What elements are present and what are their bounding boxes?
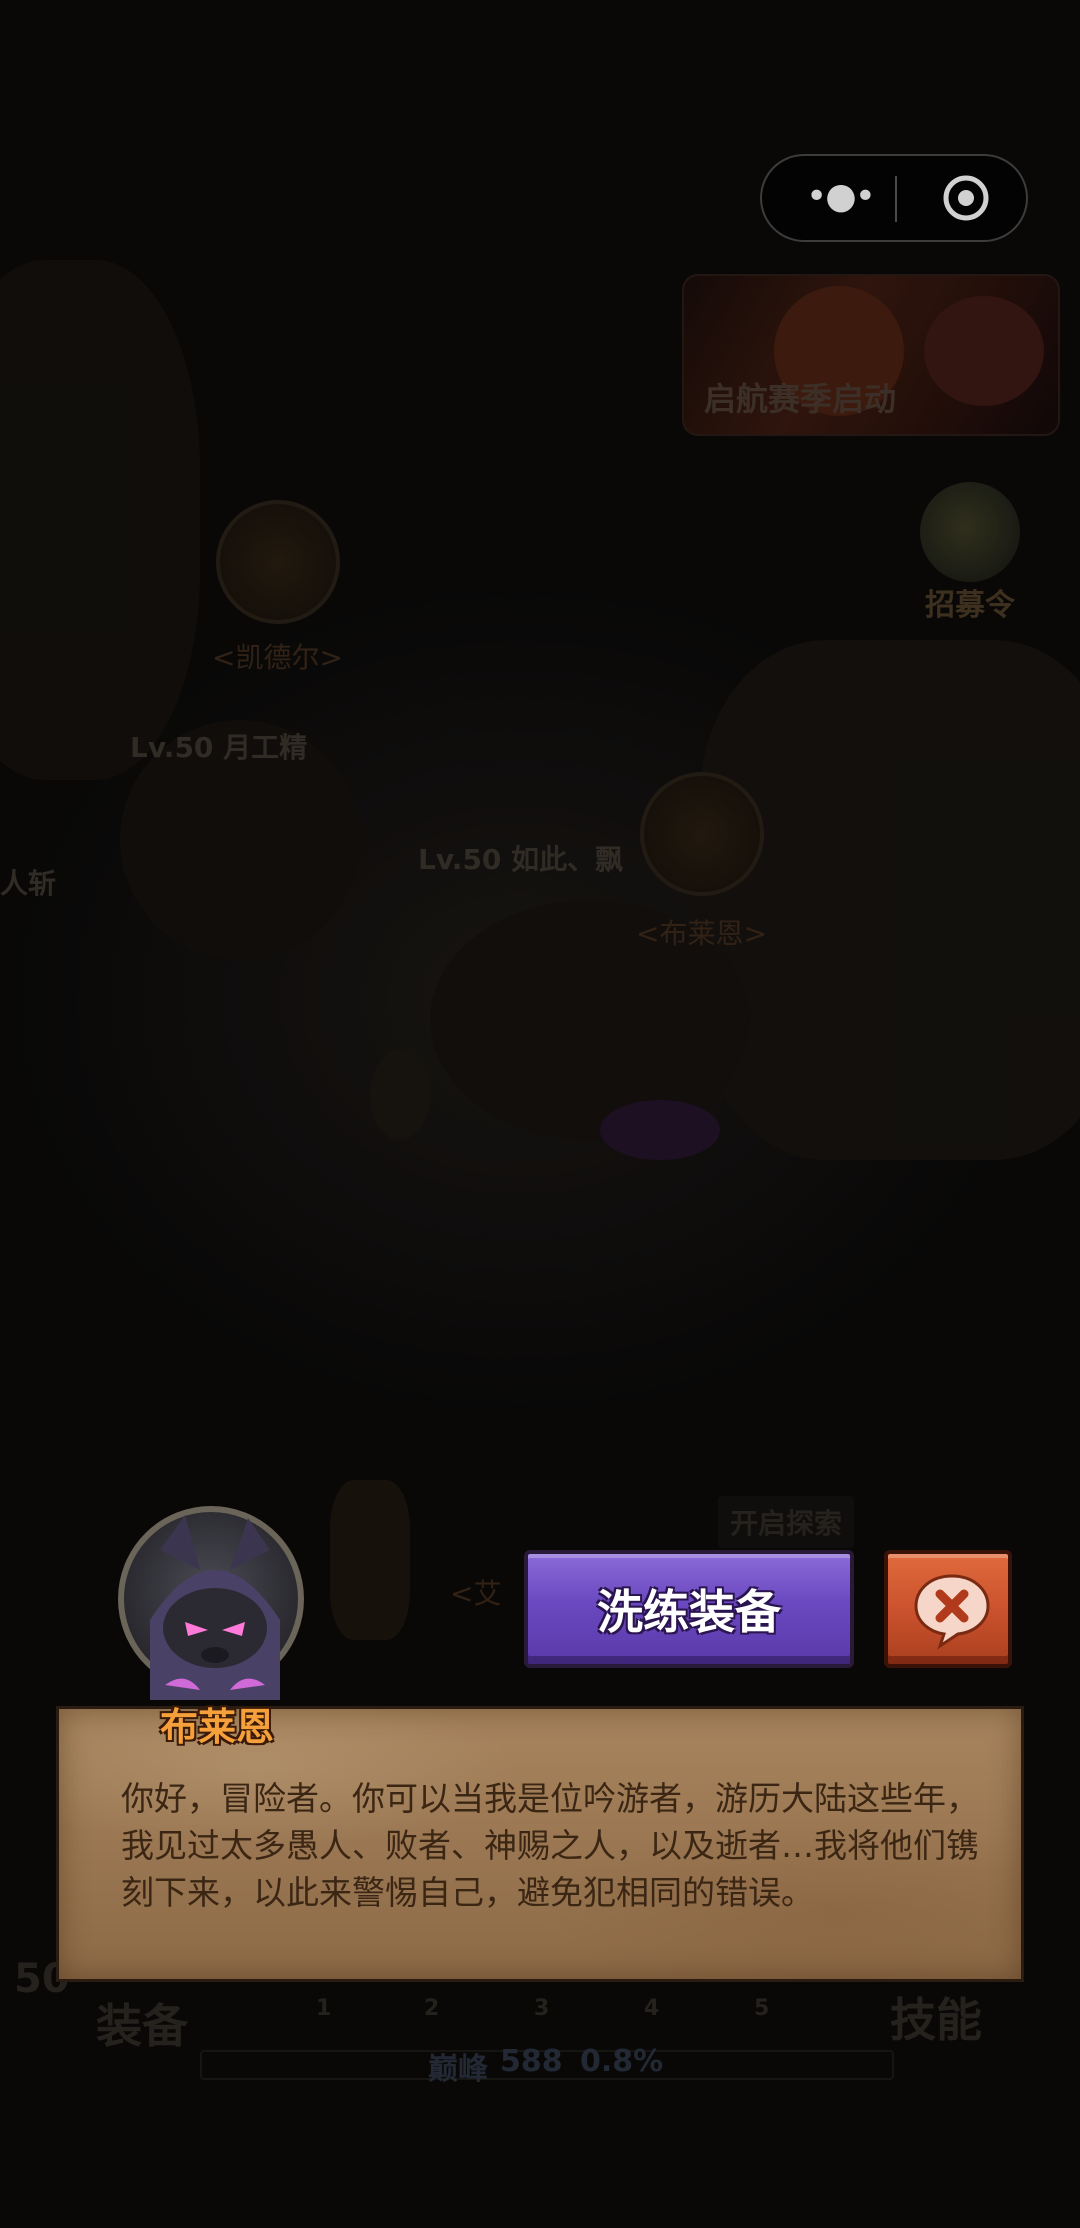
close-speech-bubble-icon — [914, 1574, 990, 1650]
dialog-npc-name: 布莱恩 — [159, 1705, 274, 1749]
close-dialog-button[interactable] — [884, 1550, 1012, 1668]
dialog-text: 你好，冒险者。你可以当我是位吟游者，游历大陆这些年，我见过太多愚人、败者、神赐之… — [121, 1779, 979, 1912]
refine-button-label: 洗练装备 — [597, 1585, 781, 1639]
npc-portrait-icon — [150, 1515, 280, 1700]
refine-equipment-button[interactable]: 洗练装备 — [524, 1550, 854, 1668]
